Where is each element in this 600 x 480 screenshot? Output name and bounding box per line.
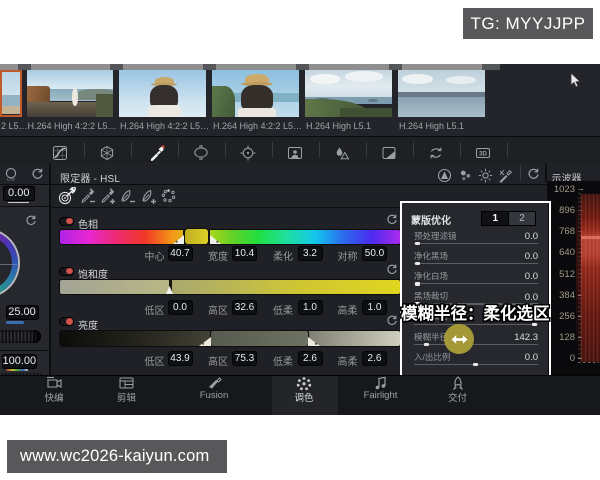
svg-text:LOG: LOG: [7, 177, 15, 181]
svg-text:3D: 3D: [479, 151, 487, 157]
